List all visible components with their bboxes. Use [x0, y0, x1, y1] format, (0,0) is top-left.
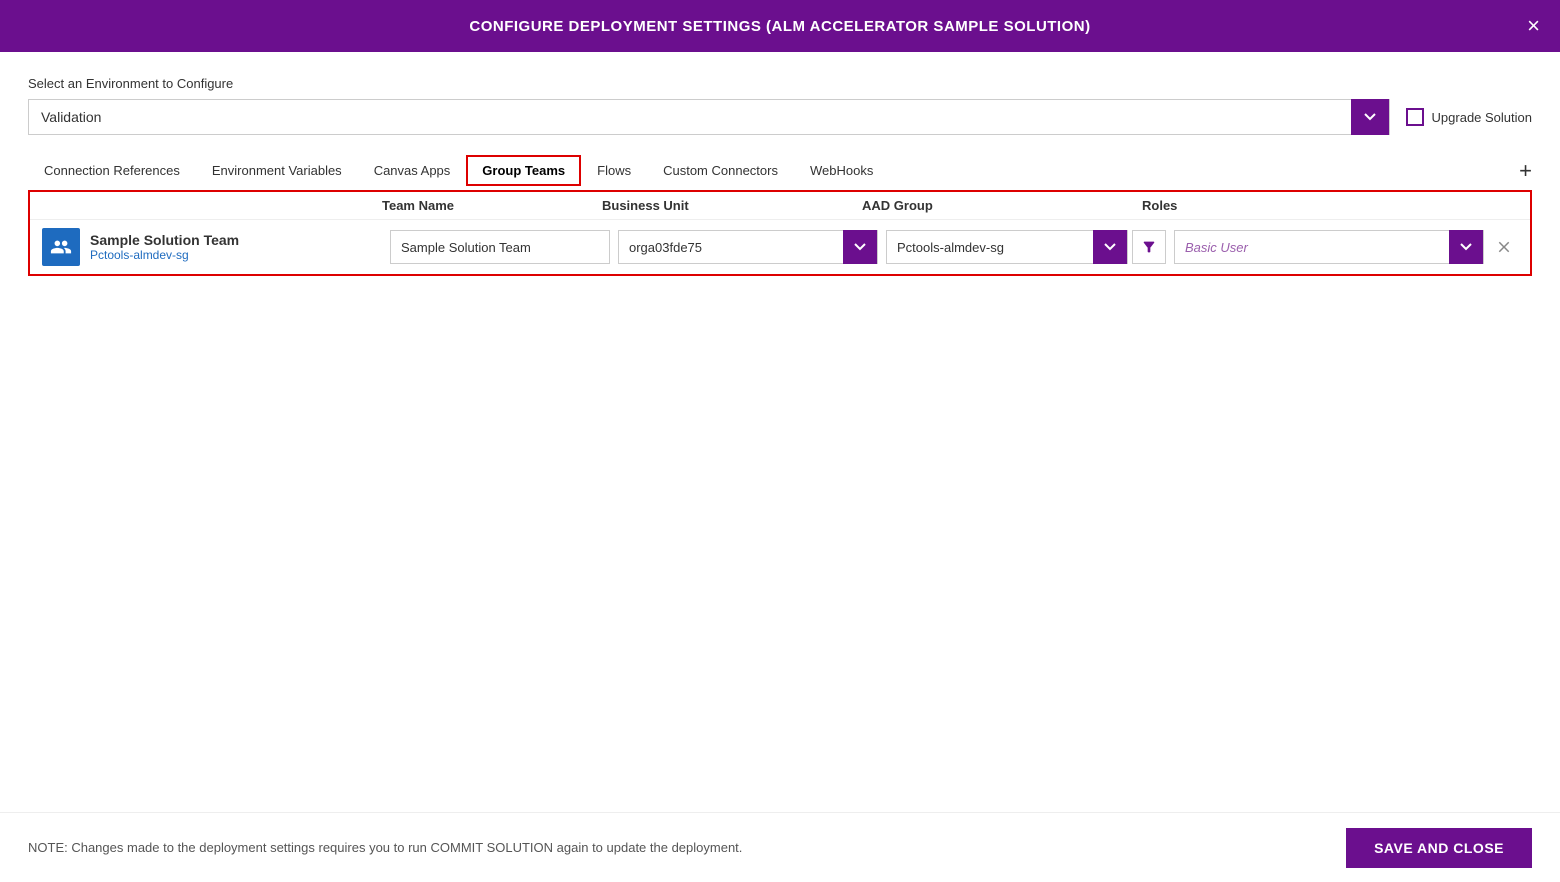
col-header-team-name: Team Name: [382, 198, 602, 213]
table-row: Sample Solution Team Pctools-almdev-sg o…: [30, 219, 1530, 274]
tab-canvas-apps[interactable]: Canvas Apps: [358, 155, 467, 186]
team-info-cell: Sample Solution Team Pctools-almdev-sg: [42, 228, 382, 266]
business-unit-dropdown[interactable]: orga03fde75: [618, 230, 878, 264]
roles-dropdown-button[interactable]: [1449, 230, 1483, 264]
aad-group-dropdown-button[interactable]: [1093, 230, 1127, 264]
env-select-row: Validation Upgrade Solution: [28, 99, 1532, 135]
tab-connection-references[interactable]: Connection References: [28, 155, 196, 186]
tab-group-teams[interactable]: Group Teams: [466, 155, 581, 186]
aad-group-dropdown[interactable]: Pctools-almdev-sg: [886, 230, 1128, 264]
upgrade-solution-checkbox[interactable]: [1406, 108, 1424, 126]
dialog-close-button[interactable]: ×: [1527, 15, 1540, 37]
chevron-down-icon: [1460, 241, 1472, 253]
roles-value: Basic User: [1175, 240, 1449, 255]
team-name-cell: [390, 230, 610, 264]
business-unit-dropdown-button[interactable]: [843, 230, 877, 264]
tab-flows[interactable]: Flows: [581, 155, 647, 186]
team-name-input[interactable]: [390, 230, 610, 264]
dialog-title: CONFIGURE DEPLOYMENT SETTINGS (ALM Accel…: [469, 18, 1090, 35]
footer-note: NOTE: Changes made to the deployment set…: [28, 840, 742, 855]
dialog-body: Select an Environment to Configure Valid…: [0, 52, 1560, 276]
tab-environment-variables[interactable]: Environment Variables: [196, 155, 358, 186]
chevron-down-icon: [1104, 241, 1116, 253]
business-unit-cell: orga03fde75: [618, 230, 878, 264]
upgrade-solution-row: Upgrade Solution: [1406, 108, 1532, 126]
delete-row-button[interactable]: [1490, 233, 1518, 261]
environment-selected-value: Validation: [29, 99, 1351, 135]
team-sub-name: Pctools-almdev-sg: [90, 248, 239, 262]
group-icon: [50, 236, 72, 258]
close-icon: [1495, 238, 1513, 256]
team-icon: [42, 228, 80, 266]
env-section-label: Select an Environment to Configure: [28, 76, 1532, 91]
col-header-empty: [42, 198, 382, 213]
table-header-row: Team Name Business Unit AAD Group Roles: [30, 192, 1530, 219]
filter-icon: [1141, 239, 1157, 255]
upgrade-solution-label: Upgrade Solution: [1432, 110, 1532, 125]
environment-dropdown[interactable]: Validation: [28, 99, 1390, 135]
environment-dropdown-button[interactable]: [1351, 99, 1389, 135]
col-header-aad-group: AAD Group: [862, 198, 1142, 213]
tab-custom-connectors[interactable]: Custom Connectors: [647, 155, 794, 186]
aad-group-cell: Pctools-almdev-sg: [886, 230, 1166, 264]
dialog-header: CONFIGURE DEPLOYMENT SETTINGS (ALM Accel…: [0, 0, 1560, 52]
add-tab-button[interactable]: +: [1519, 160, 1532, 182]
team-display-name: Sample Solution Team: [90, 232, 239, 248]
chevron-down-icon: [1364, 111, 1376, 123]
tabs-row: Connection References Environment Variab…: [28, 155, 1532, 186]
roles-dropdown[interactable]: Basic User: [1174, 230, 1484, 264]
group-teams-table: Team Name Business Unit AAD Group Roles …: [28, 190, 1532, 276]
col-header-business-unit: Business Unit: [602, 198, 862, 213]
aad-group-value: Pctools-almdev-sg: [887, 240, 1093, 255]
team-text-block: Sample Solution Team Pctools-almdev-sg: [90, 232, 239, 262]
roles-cell: Basic User: [1174, 230, 1518, 264]
chevron-down-icon: [854, 241, 866, 253]
dialog-footer: NOTE: Changes made to the deployment set…: [0, 812, 1560, 882]
col-header-roles: Roles: [1142, 198, 1518, 213]
business-unit-value: orga03fde75: [619, 240, 843, 255]
tab-webhooks[interactable]: WebHooks: [794, 155, 889, 186]
aad-group-filter-button[interactable]: [1132, 230, 1166, 264]
save-and-close-button[interactable]: SAVE AND CLOSE: [1346, 828, 1532, 868]
